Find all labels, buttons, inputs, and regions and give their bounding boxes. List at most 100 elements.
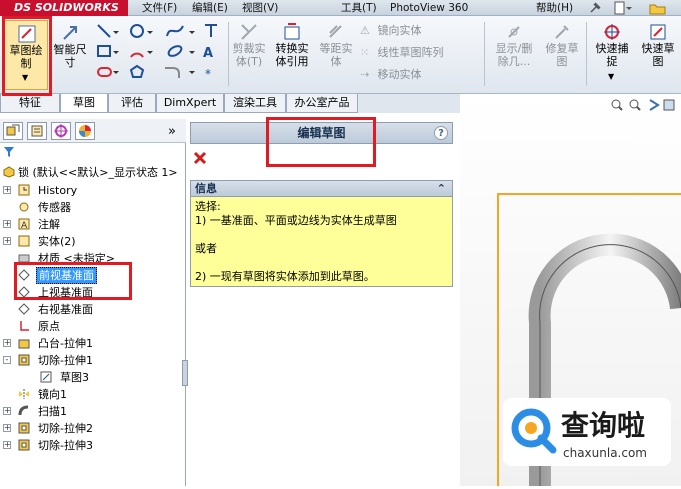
tree-item[interactable]: + 实体(2): [0, 233, 186, 250]
pin-icon[interactable]: [588, 1, 602, 15]
tree-item[interactable]: + 切除-拉伸3: [0, 437, 186, 454]
offset-entities-button[interactable]: 等距实 体: [316, 20, 356, 76]
svg-text:A: A: [203, 46, 213, 61]
rapid-sketch-icon: [649, 23, 667, 44]
tab-dimxpert[interactable]: DimXpert: [156, 94, 224, 113]
tree-item[interactable]: + 扫描1: [0, 403, 186, 420]
tree-item[interactable]: + 凸台-拉伸1: [0, 335, 186, 352]
collapse-toggle-icon[interactable]: -: [3, 356, 11, 364]
relations-icon: [505, 23, 523, 44]
open-folder-icon[interactable]: [648, 1, 668, 15]
new-document-icon[interactable]: [612, 1, 632, 15]
property-manager-tab-icon[interactable]: [27, 122, 47, 140]
tree-item[interactable]: + A 注解: [0, 216, 186, 233]
ribbon-separator: [484, 22, 485, 86]
tree-item[interactable]: + History: [0, 182, 186, 199]
solidworks-logo[interactable]: DS SOLIDWORKS: [0, 0, 128, 16]
menu-view[interactable]: 视图(V): [242, 0, 278, 16]
info-line: 选择:: [195, 200, 221, 213]
offset-label: 等距实 体: [319, 42, 353, 68]
solid-bodies-icon: [18, 235, 30, 247]
expand-toggle-icon[interactable]: +: [3, 424, 11, 432]
expand-toggle-icon[interactable]: +: [3, 237, 11, 245]
smart-dimension-button[interactable]: 智能尺 寸: [50, 20, 90, 90]
expand-toggle-icon[interactable]: +: [3, 186, 11, 194]
configuration-manager-tab-icon[interactable]: [51, 122, 71, 140]
quick-snaps-label: 快速捕 捉: [595, 42, 629, 68]
rapid-sketch-button[interactable]: 快速草 图: [636, 20, 680, 82]
repair-sketch-button[interactable]: 修复草 图: [540, 20, 584, 82]
move-entities-button[interactable]: ⇢ 移动实体: [360, 66, 480, 82]
plane-icon: [18, 303, 30, 315]
tree-item-label: 注解: [38, 218, 60, 231]
trim-icon: [240, 23, 258, 44]
menu-photoview[interactable]: PhotoView 360: [390, 0, 468, 16]
feature-manager-tab-icon[interactable]: [3, 122, 23, 140]
tree-root[interactable]: 锁 (默认<<默认>_显示状态 1>: [0, 164, 186, 181]
part-icon: [3, 166, 15, 178]
menu-edit[interactable]: 编辑(E): [192, 0, 228, 16]
menu-tools[interactable]: 工具(T): [341, 0, 377, 16]
appearance-tab-icon[interactable]: [75, 122, 95, 140]
move-icon: ⇢: [360, 68, 370, 81]
tree-item[interactable]: + 切除-拉伸2: [0, 420, 186, 437]
show-delete-relations-button[interactable]: 显示/删 除几...: [490, 20, 538, 82]
tree-item-label: 切除-拉伸3: [38, 439, 93, 452]
trim-label: 剪裁实 体(T): [232, 42, 266, 68]
quick-snaps-icon: [603, 23, 621, 44]
menu-help[interactable]: 帮助(H): [536, 0, 573, 16]
zoom-area-icon: [629, 99, 641, 111]
linear-pattern-label: 线性草图阵列: [377, 46, 444, 59]
mirror-entities-button[interactable]: ⚠ 镜向实体: [360, 22, 480, 38]
filter-icon[interactable]: [3, 146, 15, 158]
slot-tool-icon: [97, 67, 112, 77]
quick-snaps-button[interactable]: 快速捕 捉 ▼: [590, 20, 634, 90]
expand-toggle-icon[interactable]: +: [3, 407, 11, 415]
cut-extrude-icon: [18, 422, 30, 434]
panel-expand-icon[interactable]: »: [168, 124, 176, 139]
smart-dimension-icon: [61, 24, 79, 45]
menu-file[interactable]: 文件(F): [142, 0, 177, 16]
info-section-title: 信息: [195, 182, 217, 195]
tree-item[interactable]: 传感器: [0, 199, 186, 216]
move-label: 移动实体: [377, 68, 422, 81]
convert-entities-button[interactable]: 转换实 体引用: [272, 20, 312, 76]
linear-pattern-button[interactable]: ⁙ 线性草图阵列: [360, 44, 480, 60]
expand-toggle-icon[interactable]: +: [3, 339, 11, 347]
tab-evaluate[interactable]: 评估: [108, 94, 156, 113]
tree-root-label: 锁 (默认<<默认>_显示状态 1>: [18, 166, 178, 179]
tree-item[interactable]: 草图3: [0, 369, 186, 386]
tab-render-tools[interactable]: 渲染工具: [224, 94, 286, 113]
collapse-icon[interactable]: ⌃: [437, 181, 446, 196]
tree-item[interactable]: - 切除-拉伸1: [0, 352, 186, 369]
tree-item[interactable]: 原点: [0, 318, 186, 335]
tab-sketch[interactable]: 草图: [60, 94, 108, 113]
convert-entities-label: 转换实 体引用: [275, 42, 309, 68]
info-section-header[interactable]: 信息 ⌃: [190, 180, 453, 197]
tab-office-products[interactable]: 办公室产品: [286, 94, 358, 113]
rapid-sketch-label: 快速草 图: [641, 42, 675, 68]
help-icon[interactable]: ?: [434, 126, 448, 140]
trim-entities-button[interactable]: 剪裁实 体(T): [230, 20, 268, 76]
chevron-down-icon: ▼: [608, 72, 615, 81]
highlight-edit-sketch-title: [266, 117, 376, 167]
svg-text:A: A: [21, 221, 28, 230]
heads-up-view-toolbar: [610, 97, 680, 113]
expand-toggle-icon[interactable]: +: [3, 441, 11, 449]
rectangle-tool-icon: [97, 45, 111, 57]
info-line: 1) 一基准面、平面或边线为实体生成草图: [195, 214, 397, 227]
tree-item-label: 原点: [38, 320, 60, 333]
tree-item[interactable]: 镜向1: [0, 386, 186, 403]
tree-item-label: 切除-拉伸2: [38, 422, 93, 435]
close-icon[interactable]: [193, 151, 207, 165]
info-line: 或者: [195, 242, 217, 255]
tab-features[interactable]: 特征: [0, 94, 60, 113]
zoom-to-fit-icon: [611, 99, 623, 111]
origin-icon: [18, 320, 30, 332]
expand-toggle-icon[interactable]: +: [3, 220, 11, 228]
linear-pattern-icon: ⁙: [360, 46, 370, 59]
watermark-badge: 查询啦 chaxunla.com: [503, 398, 671, 466]
ribbon-separator: [586, 22, 587, 86]
tree-item[interactable]: 右视基准面: [0, 301, 186, 318]
convert-entities-icon: [283, 23, 301, 44]
